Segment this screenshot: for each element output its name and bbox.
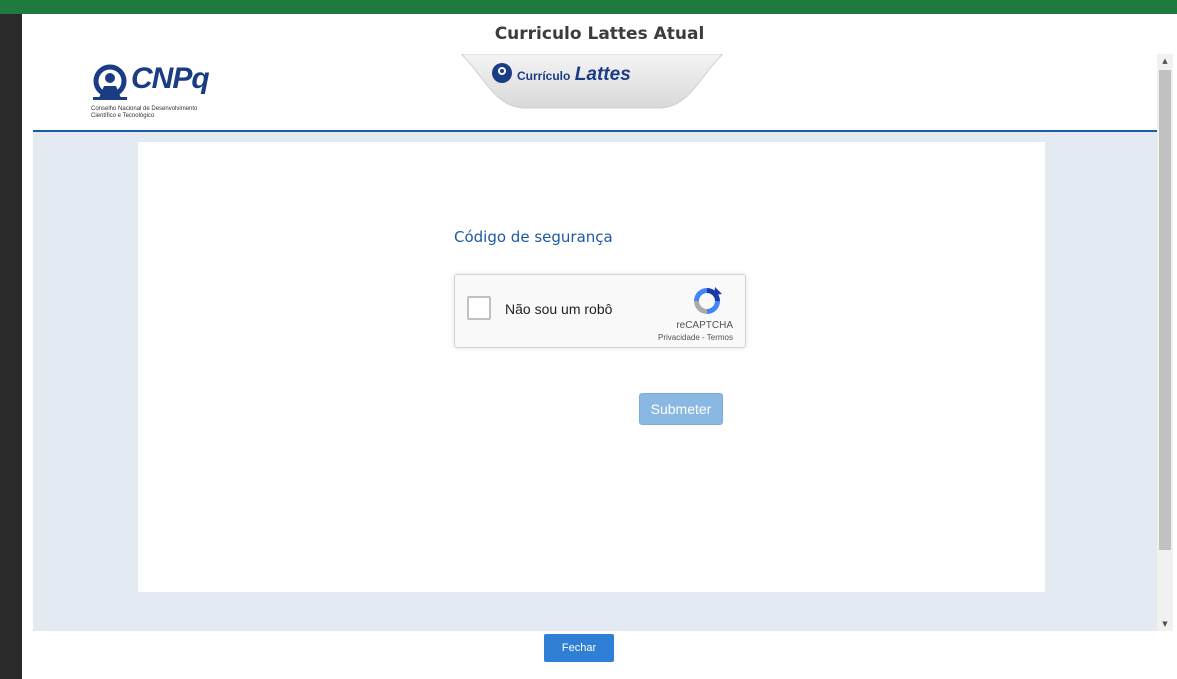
- recaptcha-links-separator: -: [699, 333, 707, 342]
- security-code-title: Código de segurança: [454, 228, 613, 246]
- scroll-up-arrow-icon[interactable]: ▲: [1157, 54, 1173, 68]
- lattes-logo-icon: [492, 63, 512, 83]
- recaptcha-checkbox[interactable]: [467, 296, 491, 320]
- cnpq-subtitle-line1: Conselho Nacional de Desenvolvimento: [91, 106, 198, 112]
- recaptcha-widget: Não sou um robô reCAPTCHA Privacidade - …: [454, 274, 746, 348]
- cnpq-subtitle: Conselho Nacional de Desenvolvimento Cie…: [91, 106, 271, 120]
- close-button[interactable]: Fechar: [544, 634, 614, 662]
- modal-title: Curriculo Lattes Atual: [494, 24, 705, 44]
- backdrop-left-strip: [0, 14, 22, 679]
- recaptcha-label: Não sou um robô: [505, 301, 613, 317]
- lattes-big-label: Lattes: [574, 64, 631, 85]
- recaptcha-privacy-link[interactable]: Privacidade: [658, 333, 700, 342]
- scroll-down-arrow-icon[interactable]: ▼: [1157, 617, 1173, 631]
- cnpq-mark-icon: [93, 64, 127, 100]
- recaptcha-icon: [694, 287, 722, 314]
- lattes-modal: Curriculo Lattes Atual CNPq Conselho Nac…: [22, 14, 1177, 679]
- backdrop-green-bar: [0, 0, 1177, 14]
- frame-header: CNPq Conselho Nacional de Desenvolviment…: [33, 54, 1157, 132]
- scrollbar-thumb[interactable]: [1159, 70, 1171, 550]
- recaptcha-links: Privacidade - Termos: [658, 333, 733, 342]
- captcha-frame: CNPq Conselho Nacional de Desenvolviment…: [33, 54, 1157, 631]
- frame-scrollbar[interactable]: ▲ ▼: [1157, 54, 1173, 631]
- recaptcha-brand: reCAPTCHA: [676, 320, 733, 331]
- lattes-wordmark: Currículo Lattes: [517, 64, 631, 86]
- recaptcha-terms-link[interactable]: Termos: [707, 333, 733, 342]
- lattes-small-label: Currículo: [517, 69, 571, 83]
- cnpq-logo: CNPq Conselho Nacional de Desenvolviment…: [91, 62, 271, 124]
- cnpq-subtitle-line2: Científico e Tecnológico: [91, 113, 155, 119]
- submit-button[interactable]: Submeter: [639, 393, 723, 425]
- lattes-banner: Currículo Lattes: [461, 54, 723, 110]
- captcha-card: Código de segurança Não sou um robô reCA…: [138, 142, 1045, 592]
- cnpq-wordmark: CNPq: [131, 62, 210, 95]
